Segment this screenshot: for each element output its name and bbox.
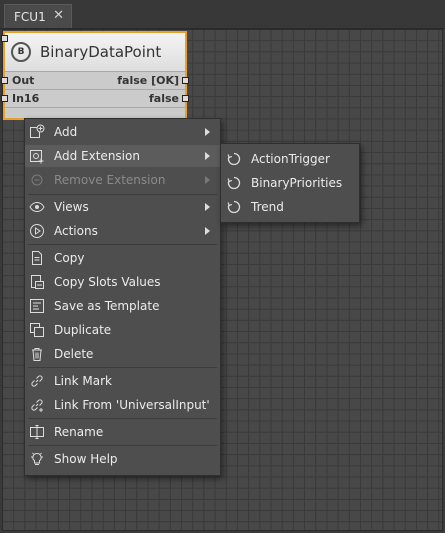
chevron-right-icon — [205, 203, 210, 211]
extension-icon — [227, 152, 241, 166]
menu-item-link-mark[interactable]: Link Mark — [25, 370, 220, 392]
copy-slots-icon — [31, 275, 44, 289]
slot-value: false [OK] — [117, 74, 179, 87]
add-icon — [30, 124, 45, 138]
copy-icon — [32, 251, 42, 265]
output-port-icon[interactable] — [182, 95, 189, 102]
menu-item-remove-extension[interactable]: Remove Extension — [25, 169, 220, 191]
menu-item-copy-slots-values[interactable]: Copy Slots Values — [25, 271, 220, 293]
input-port-icon[interactable] — [1, 35, 8, 42]
chevron-right-icon — [205, 176, 210, 184]
extension-submenu: ActionTrigger BinaryPriorities Trend — [220, 143, 360, 223]
output-port-icon[interactable] — [182, 77, 189, 84]
chevron-right-icon — [205, 152, 210, 160]
tab-fcu1[interactable]: FCU1 ✕ — [4, 4, 72, 28]
link-icon — [31, 375, 43, 387]
slot-name: In16 — [12, 92, 40, 105]
menu-item-link-from[interactable]: Link From 'UniversalInput' — [25, 394, 220, 416]
menu-item-copy[interactable]: Copy — [25, 247, 220, 269]
slot-row-out[interactable]: Out false [OK] — [1, 72, 189, 90]
menu-item-views[interactable]: Views — [25, 196, 220, 218]
lightbulb-icon — [31, 452, 43, 465]
duplicate-icon — [30, 323, 44, 337]
menu-item-rename[interactable]: Rename — [25, 421, 220, 443]
remove-extension-icon — [31, 174, 43, 186]
tab-label: FCU1 — [14, 9, 46, 24]
component-block[interactable]: B BinaryDataPoint Out false [OK] In16 fa… — [1, 31, 189, 120]
menu-separator — [28, 367, 217, 368]
play-icon — [30, 224, 44, 238]
rename-icon — [30, 425, 44, 439]
submenu-item-trend[interactable]: Trend — [221, 196, 359, 218]
menu-item-actions[interactable]: Actions — [25, 220, 220, 242]
menu-item-add[interactable]: Add — [25, 121, 220, 143]
menu-separator — [28, 244, 217, 245]
submenu-item-binary-priorities[interactable]: BinaryPriorities — [221, 172, 359, 194]
add-extension-icon — [30, 150, 44, 164]
menu-item-delete[interactable]: Delete — [25, 343, 220, 365]
binary-point-icon: B — [11, 42, 31, 62]
save-template-icon — [30, 299, 44, 313]
slot-row-partial — [1, 35, 185, 118]
tab-bar: FCU1 ✕ — [0, 0, 445, 29]
component-title: BinaryDataPoint — [40, 43, 162, 61]
extension-icon — [227, 176, 241, 190]
eye-icon — [29, 201, 45, 213]
trash-icon — [32, 348, 42, 361]
chevron-right-icon — [205, 227, 210, 235]
menu-item-duplicate[interactable]: Duplicate — [25, 319, 220, 341]
link-from-icon — [31, 399, 43, 412]
menu-separator — [28, 445, 217, 446]
menu-separator — [28, 418, 217, 419]
slot-row-in16[interactable]: In16 false — [1, 90, 189, 108]
slot-value: false — [149, 92, 179, 105]
submenu-item-action-trigger[interactable]: ActionTrigger — [221, 148, 359, 170]
extension-icon — [227, 200, 241, 214]
menu-separator — [28, 194, 217, 195]
menu-item-show-help[interactable]: Show Help — [25, 448, 220, 470]
slot-name: Out — [12, 74, 35, 87]
component-header[interactable]: B BinaryDataPoint — [5, 33, 185, 72]
context-menu: Add Add Extension Remove Extension Views — [24, 118, 221, 476]
close-icon[interactable]: ✕ — [53, 8, 64, 23]
menu-item-add-extension[interactable]: Add Extension — [25, 145, 220, 167]
input-port-icon[interactable] — [1, 77, 8, 84]
input-port-icon[interactable] — [1, 95, 8, 102]
menu-item-save-as-template[interactable]: Save as Template — [25, 295, 220, 317]
chevron-right-icon — [205, 128, 210, 136]
